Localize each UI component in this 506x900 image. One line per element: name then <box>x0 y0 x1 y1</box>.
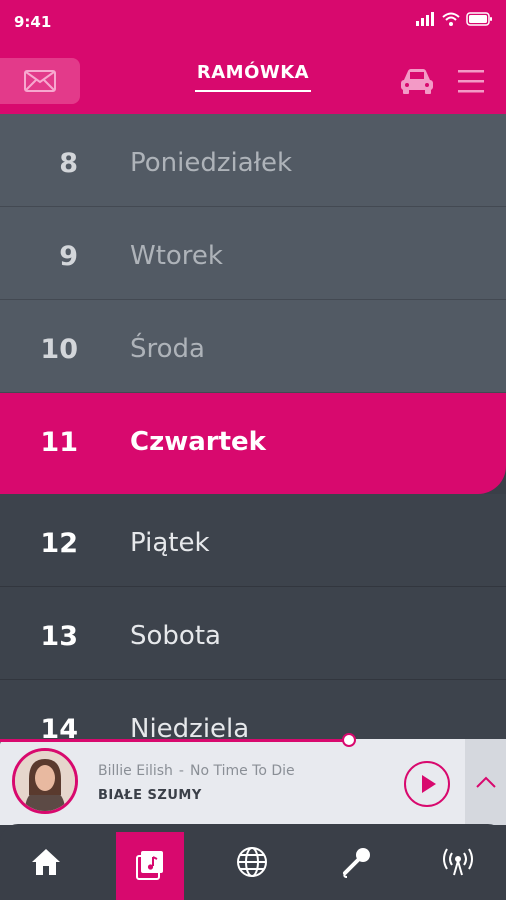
day-name: Poniedziałek <box>130 148 293 178</box>
day-row-monday[interactable]: 8 Poniedziałek <box>0 114 506 207</box>
schedule-music-icon <box>136 851 163 880</box>
microphone-icon <box>343 848 370 878</box>
mini-player[interactable]: Billie Eilish - No Time To Die BIAŁE SZUMY <box>0 733 506 825</box>
progress-bar[interactable] <box>0 739 350 742</box>
hamburger-menu-icon <box>458 70 484 93</box>
day-number: 11 <box>40 427 78 458</box>
day-name: Wtorek <box>130 241 223 271</box>
play-button[interactable] <box>404 761 450 807</box>
day-row-wednesday[interactable]: 10 Środa <box>0 300 506 393</box>
tab-podcasts[interactable] <box>322 824 390 900</box>
bottom-tab-bar <box>0 824 506 900</box>
day-number: 9 <box>59 241 78 272</box>
chevron-up-icon <box>475 776 496 788</box>
track-separator: - <box>178 763 184 779</box>
signal-icon <box>416 12 434 26</box>
tab-world[interactable] <box>218 824 286 900</box>
track-artist: Billie Eilish <box>98 763 173 779</box>
day-row-saturday[interactable]: 13 Sobota <box>0 587 506 680</box>
tab-home[interactable] <box>12 824 80 900</box>
expand-player-button[interactable] <box>465 739 506 825</box>
day-name: Środa <box>130 334 205 364</box>
tab-live[interactable] <box>424 824 492 900</box>
day-row-friday[interactable]: 12 Piątek <box>0 494 506 587</box>
play-icon <box>422 775 436 793</box>
day-number: 8 <box>59 148 78 179</box>
track-title: No Time To Die <box>189 763 295 779</box>
battery-icon <box>466 12 492 26</box>
schedule-day-list: 8 Poniedziałek 9 Wtorek 10 Środa 11 Czwa… <box>0 114 506 773</box>
day-number: 12 <box>40 528 78 559</box>
artist-portrait-icon <box>15 751 75 811</box>
globe-icon <box>237 847 267 877</box>
wifi-icon <box>442 12 460 26</box>
day-name: Czwartek <box>130 427 266 457</box>
page-title-text: RAMÓWKA <box>194 62 312 92</box>
car-mode-button[interactable] <box>398 66 436 96</box>
status-time: 9:41 <box>14 13 52 31</box>
broadcast-icon <box>443 848 473 876</box>
day-number: 13 <box>40 621 78 652</box>
status-icons <box>416 12 494 26</box>
day-row-tuesday[interactable]: 9 Wtorek <box>0 207 506 300</box>
day-name: Sobota <box>130 621 221 651</box>
tab-schedule[interactable] <box>116 832 184 900</box>
car-icon <box>401 69 433 94</box>
app-header: RAMÓWKA <box>0 46 506 114</box>
artist-avatar <box>12 748 78 814</box>
day-number: 10 <box>40 334 78 365</box>
day-name: Piątek <box>130 528 210 558</box>
day-row-thursday[interactable]: 11 Czwartek <box>0 393 506 494</box>
progress-handle[interactable] <box>342 733 357 747</box>
status-bar: 9:41 <box>0 0 506 46</box>
station-name: BIAŁE SZUMY <box>98 788 202 803</box>
track-info: Billie Eilish - No Time To Die <box>98 763 295 779</box>
home-icon <box>32 849 60 875</box>
menu-button[interactable] <box>456 66 486 96</box>
